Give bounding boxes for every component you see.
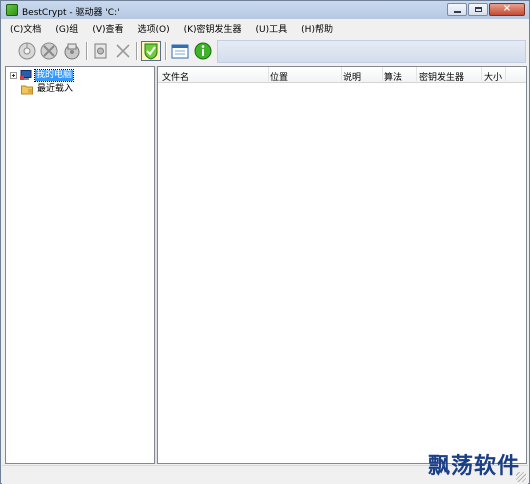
mount-disk-icon: [18, 42, 36, 60]
toolbar-separator: [86, 42, 87, 60]
toolbar-separator: [165, 42, 166, 60]
maximize-button[interactable]: [468, 3, 488, 16]
delete-button[interactable]: [113, 41, 133, 61]
container-list[interactable]: 文件名 位置 说明 算法 密钥发生器 大小: [157, 66, 527, 464]
dismount-disk-icon: [40, 42, 58, 60]
tree-panel[interactable]: 我的电脑 最近载入: [5, 66, 155, 464]
column-divider[interactable]: [382, 67, 383, 81]
dismount-disk-button[interactable]: [39, 41, 59, 61]
menu-help[interactable]: (H)帮助: [301, 22, 333, 35]
tree-item-label: 最近载入: [37, 84, 74, 94]
maximize-icon: [475, 7, 482, 12]
container-properties-icon: [64, 43, 80, 60]
tree-item-recent[interactable]: 最近载入: [21, 83, 74, 96]
column-divider[interactable]: [268, 67, 269, 81]
column-header-key-generator[interactable]: 密钥发生器: [419, 70, 464, 83]
menu-view[interactable]: (V)查看: [92, 22, 123, 35]
document-button[interactable]: [91, 41, 111, 61]
expand-plus-icon[interactable]: [10, 72, 17, 79]
app-window: BestCrypt - 驱动器 'C:' × (C)文档 (G)组 (V)查看 …: [0, 0, 530, 484]
column-header-size[interactable]: 大小: [484, 70, 502, 83]
menu-bar: (C)文档 (G)组 (V)查看 选项(O) (K)密钥发生器 (U)工具 (H…: [2, 20, 528, 37]
column-divider[interactable]: [481, 67, 482, 81]
column-header-location[interactable]: 位置: [270, 70, 288, 83]
container-properties-button[interactable]: [62, 41, 82, 61]
tree-item-my-computer[interactable]: 我的电脑: [10, 69, 75, 82]
menu-key-generator[interactable]: (K)密钥发生器: [184, 22, 242, 35]
menu-document[interactable]: (C)文档: [10, 22, 41, 35]
tree-item-label: 我的电脑: [33, 69, 75, 82]
window-controls: ×: [447, 3, 525, 16]
title-bar[interactable]: BestCrypt - 驱动器 'C:' ×: [1, 1, 529, 19]
delete-x-icon: [116, 44, 130, 58]
column-divider[interactable]: [505, 67, 506, 81]
info-icon: [194, 42, 212, 60]
minimize-icon: [454, 11, 461, 13]
column-header-filename[interactable]: 文件名: [162, 70, 189, 83]
menu-options[interactable]: 选项(O): [138, 22, 170, 35]
folder-icon: [21, 85, 33, 95]
minimize-button[interactable]: [447, 3, 467, 16]
close-button[interactable]: ×: [489, 3, 525, 16]
status-bar: 飘荡软件: [2, 453, 528, 484]
calendar-view-icon: [171, 44, 189, 59]
calendar-view-button[interactable]: [170, 41, 190, 61]
toolbar-separator: [136, 42, 137, 60]
bestcrypt-shield-icon: [144, 43, 158, 60]
computer-icon: [20, 70, 32, 80]
toolbar: [2, 38, 528, 65]
menu-tools[interactable]: (U)工具: [256, 22, 288, 35]
column-divider[interactable]: [416, 67, 417, 81]
bestcrypt-app-icon[interactable]: [6, 4, 18, 16]
info-button[interactable]: [193, 41, 213, 61]
window-title: BestCrypt - 驱动器 'C:': [22, 8, 120, 18]
bestcrypt-shield-button[interactable]: [141, 41, 161, 61]
watermark-text: 飘荡软件: [427, 453, 520, 479]
mount-disk-button[interactable]: [17, 41, 37, 61]
column-divider[interactable]: [341, 67, 342, 81]
column-header-description[interactable]: 说明: [343, 70, 361, 83]
menu-group[interactable]: (G)组: [55, 22, 78, 35]
document-icon: [94, 43, 107, 59]
resize-grip[interactable]: [516, 472, 526, 482]
column-header-algorithm[interactable]: 算法: [384, 70, 402, 83]
list-header: 文件名 位置 说明 算法 密钥发生器 大小: [158, 67, 526, 83]
close-icon: ×: [502, 3, 512, 14]
toolbar-filler: [217, 40, 526, 63]
